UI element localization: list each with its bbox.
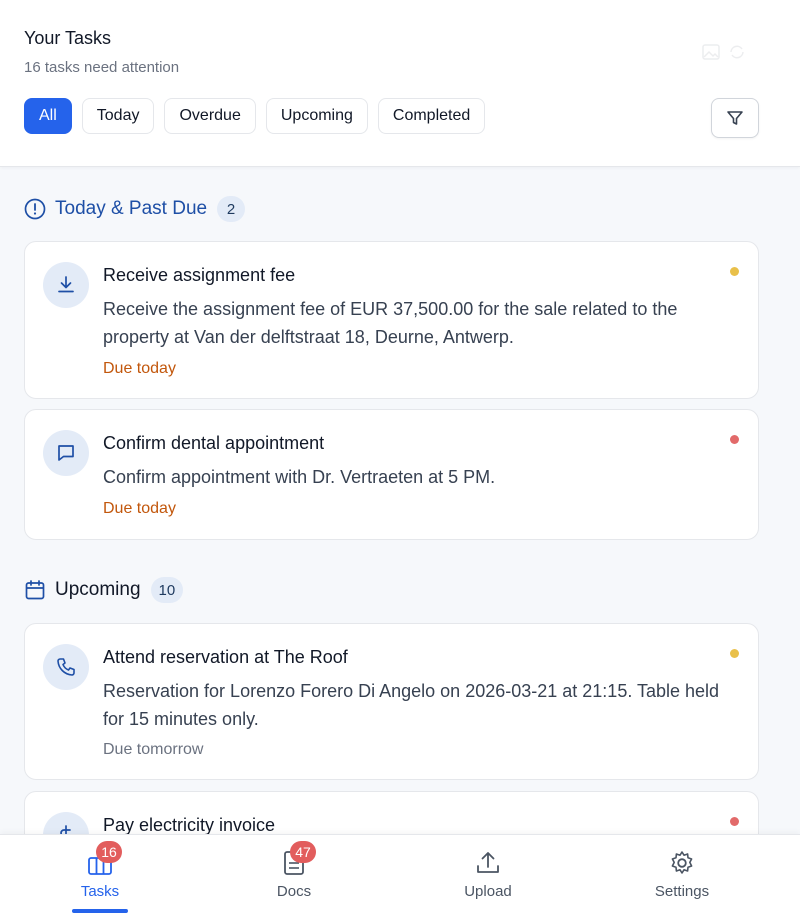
nav-upload[interactable]: Upload	[388, 835, 588, 913]
priority-dot	[730, 267, 739, 276]
task-card[interactable]: Confirm dental appointment Confirm appoi…	[24, 409, 759, 540]
bottom-nav: 16 Tasks 47 Docs Upload Settings	[0, 834, 800, 913]
nav-label: Docs	[276, 883, 312, 900]
nav-label: Upload	[464, 883, 512, 900]
task-description: Confirm appointment with Dr. Vertraeten …	[103, 467, 496, 487]
tab-overdue[interactable]: Overdue	[164, 98, 256, 134]
task-title: Confirm dental appointment	[103, 433, 325, 453]
nav-icon-wrap	[474, 849, 502, 877]
section-count: 10	[150, 577, 184, 603]
upload-icon	[477, 852, 499, 873]
nav-settings[interactable]: Settings	[582, 835, 782, 913]
page-title: Your Tasks	[24, 28, 112, 48]
task-title: Attend reservation at The Roof	[103, 647, 348, 667]
task-due: Due today	[103, 500, 176, 517]
phone-icon	[57, 658, 75, 676]
nav-label: Settings	[654, 883, 710, 900]
priority-dot	[730, 435, 739, 444]
image-icon	[702, 44, 720, 60]
nav-docs[interactable]: 47 Docs	[194, 835, 394, 913]
section-label: Today & Past Due	[55, 198, 208, 219]
task-due: Due tomorrow	[103, 741, 204, 758]
task-card[interactable]: Attend reservation at The Roof Reservati…	[24, 623, 759, 780]
nav-icon-wrap	[668, 849, 696, 877]
task-icon-circle	[43, 430, 89, 476]
section-count: 2	[217, 196, 246, 222]
gear-icon	[671, 851, 693, 874]
task-title: Receive assignment fee	[103, 265, 296, 285]
message-icon	[58, 445, 74, 461]
nav-tasks[interactable]: 16 Tasks	[0, 835, 200, 913]
tab-all[interactable]: All	[24, 98, 72, 134]
active-tab-indicator	[72, 909, 128, 913]
task-due: Due today	[103, 360, 176, 377]
filter-icon	[727, 111, 743, 125]
task-icon-circle	[43, 262, 89, 308]
tab-upcoming[interactable]: Upcoming	[265, 98, 368, 134]
download-icon	[58, 276, 74, 293]
task-description: Receive the assignment fee of EUR 37,500…	[103, 299, 678, 347]
task-card[interactable]: Receive assignment fee Receive the assig…	[24, 241, 759, 399]
calendar-icon	[25, 580, 45, 600]
section-today-past-due: Today & Past Due 2	[24, 196, 246, 222]
section-label: Upcoming	[55, 579, 141, 600]
refresh-icon	[730, 45, 744, 59]
section-upcoming: Upcoming 10	[24, 577, 184, 603]
alert-circle-icon	[24, 198, 46, 220]
header: Your Tasks 16 tasks need attention All T…	[0, 0, 800, 167]
docs-badge: 47	[290, 841, 316, 863]
task-description: Reservation for Lorenzo Forero Di Angelo…	[103, 681, 720, 729]
task-title: Pay electricity invoice	[103, 815, 276, 835]
task-icon-circle	[43, 644, 89, 690]
tasks-badge: 16	[96, 841, 122, 863]
filter-tabs: All Today Overdue Upcoming Completed	[24, 98, 486, 134]
nav-label: Tasks	[80, 883, 120, 900]
nav-icon-wrap: 47	[280, 841, 316, 877]
header-faint-icons	[702, 44, 746, 60]
priority-dot	[730, 817, 739, 826]
filter-button[interactable]	[711, 98, 759, 138]
tab-today[interactable]: Today	[81, 98, 155, 134]
tab-completed[interactable]: Completed	[377, 98, 486, 134]
page-subtitle: 16 tasks need attention	[24, 59, 180, 76]
priority-dot	[730, 649, 739, 658]
nav-icon-wrap: 16	[86, 841, 122, 877]
